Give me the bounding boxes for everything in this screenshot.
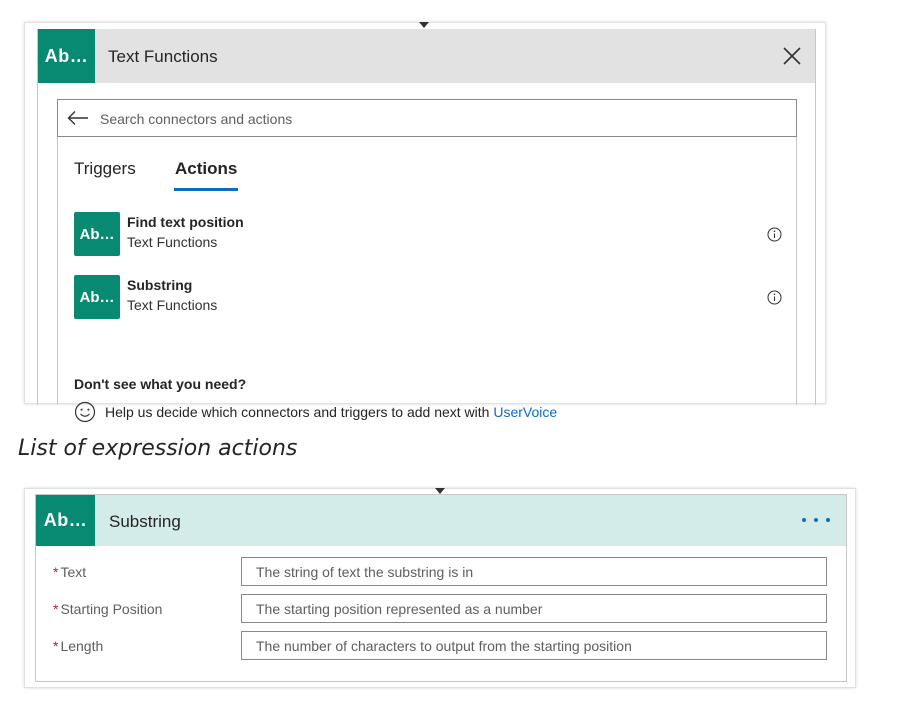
card-title: Text Functions [108, 47, 218, 66]
connector-badge: Ab… [36, 495, 95, 546]
action-subtitle: Text Functions [127, 234, 218, 250]
tab-triggers[interactable]: Triggers [74, 159, 136, 179]
connector-picker-panel: Ab… Text Functions Triggers Actions Ab… … [24, 22, 826, 423]
info-icon[interactable] [767, 227, 782, 242]
field-label-text: Text [60, 564, 87, 580]
close-icon[interactable] [781, 45, 803, 67]
field-label-text: Starting Position [60, 601, 163, 617]
action-item-find-text-position[interactable]: Ab… Find text position Text Functions [74, 212, 782, 256]
dont-see-heading: Don't see what you need? [74, 376, 247, 392]
smile-icon [74, 401, 96, 423]
required-marker: * [53, 564, 59, 580]
more-icon[interactable] [802, 513, 830, 527]
required-marker: * [53, 601, 59, 617]
active-tab-indicator [174, 188, 238, 191]
search-box [57, 99, 797, 137]
text-functions-card: Ab… Text Functions Triggers Actions Ab… … [37, 29, 816, 423]
field-label-text: Length [60, 638, 104, 654]
card-title: Substring [109, 512, 181, 531]
card-header[interactable]: Ab… Substring [36, 495, 846, 546]
field-label: * Text [53, 564, 86, 580]
substring-action-panel: Ab… Substring *Text *Starting Position *… [24, 488, 856, 688]
back-arrow-icon[interactable] [67, 110, 89, 126]
field-row-starting-position: * Starting Position [36, 594, 846, 624]
action-badge: Ab… [74, 212, 120, 256]
figure-caption: List of expression actions [18, 436, 298, 461]
search-input[interactable] [98, 108, 778, 130]
text-field[interactable] [241, 557, 827, 586]
length-field[interactable] [241, 631, 827, 660]
caret-down-icon [419, 22, 429, 28]
field-label: * Starting Position [53, 601, 162, 617]
action-subtitle: Text Functions [127, 297, 218, 313]
info-icon[interactable] [767, 290, 782, 305]
action-title: Find text position [127, 214, 244, 230]
connector-badge: Ab… [38, 29, 95, 83]
help-text: Help us decide which connectors and trig… [105, 404, 490, 420]
tab-actions[interactable]: Actions [175, 159, 237, 179]
uservoice-link[interactable]: UserVoice [493, 404, 557, 420]
action-title: Substring [127, 277, 193, 293]
field-label: * Length [53, 638, 103, 654]
field-row-length: * Length [36, 631, 846, 661]
picker-body: Triggers Actions Ab… Find text position … [57, 137, 797, 423]
card-header: Ab… Text Functions [38, 29, 815, 83]
action-item-substring[interactable]: Ab… Substring Text Functions [74, 275, 782, 319]
action-badge: Ab… [74, 275, 120, 319]
required-marker: * [53, 638, 59, 654]
field-row-text: * Text [36, 557, 846, 587]
substring-card: Ab… Substring *Text *Starting Position *… [35, 494, 847, 682]
starting-position-field[interactable] [241, 594, 827, 623]
